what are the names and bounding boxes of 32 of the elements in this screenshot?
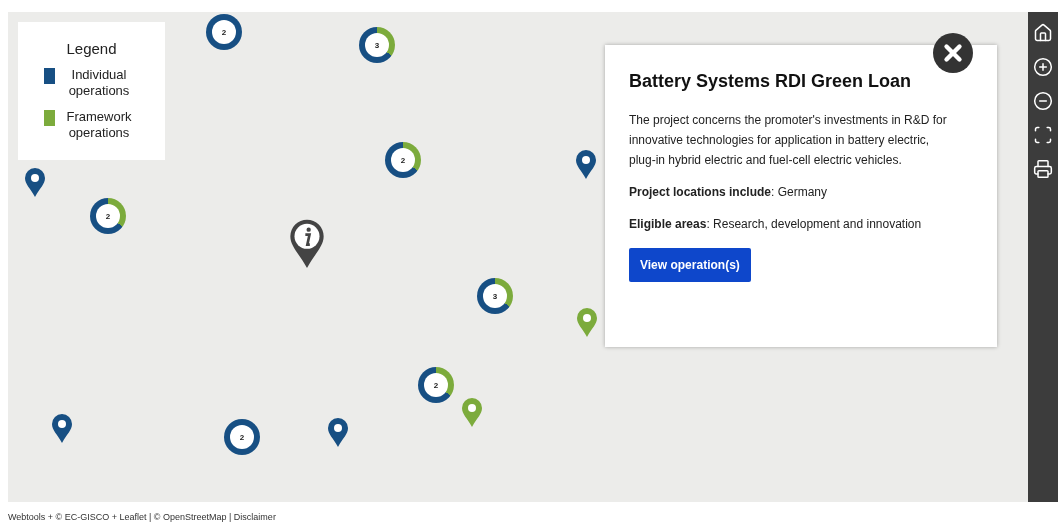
map-pin-icon[interactable]	[327, 417, 349, 447]
fullscreen-icon	[1033, 125, 1053, 145]
cluster-marker[interactable]: 3	[359, 27, 395, 63]
map-pin-icon[interactable]	[575, 149, 597, 179]
info-pin-icon[interactable]	[287, 218, 327, 268]
legend-label: Individual operations	[67, 67, 131, 99]
map-attribution: Webtools + © EC-GISCO + Leaflet | © OpenStreetMap | Disclaimer	[8, 511, 277, 522]
close-button[interactable]	[933, 33, 973, 73]
zoom-in-icon	[1033, 57, 1053, 77]
print-icon	[1033, 159, 1053, 179]
map-tool-button[interactable]	[1032, 124, 1054, 146]
popup-detail: Project locations include: Germany	[629, 184, 828, 201]
legend-label: Framework operations	[65, 109, 133, 141]
cluster-marker[interactable]: 2	[224, 419, 260, 455]
map-pin-icon[interactable]	[24, 167, 46, 197]
map-pin-icon[interactable]	[51, 413, 73, 443]
cluster-marker[interactable]: 2	[385, 142, 421, 178]
map-tool-button[interactable]	[1032, 22, 1054, 44]
cluster-marker[interactable]: 2	[418, 367, 454, 403]
map-tool-button[interactable]	[1032, 56, 1054, 78]
cluster-marker[interactable]: 2	[90, 198, 126, 234]
cluster-marker[interactable]: 2	[206, 14, 242, 50]
popup-description: The project concerns the promoter's investments in R&D for innovative technologies for application in battery electric, plug-in hybrid electric and fuel-cell electric vehicles.	[629, 112, 948, 169]
zoom-out-icon	[1033, 91, 1053, 111]
legend-title: Legend	[66, 40, 117, 57]
popup-detail: Eligible areas: Research, development and innovation	[629, 216, 922, 233]
map-tool-button[interactable]	[1032, 90, 1054, 112]
cluster-marker[interactable]: 3	[477, 278, 513, 314]
map-tool-button[interactable]	[1032, 158, 1054, 180]
home-icon	[1033, 23, 1053, 43]
view-operations-button[interactable]: View operation(s)	[629, 248, 751, 282]
popup-title: Battery Systems RDI Green Loan	[629, 71, 912, 92]
